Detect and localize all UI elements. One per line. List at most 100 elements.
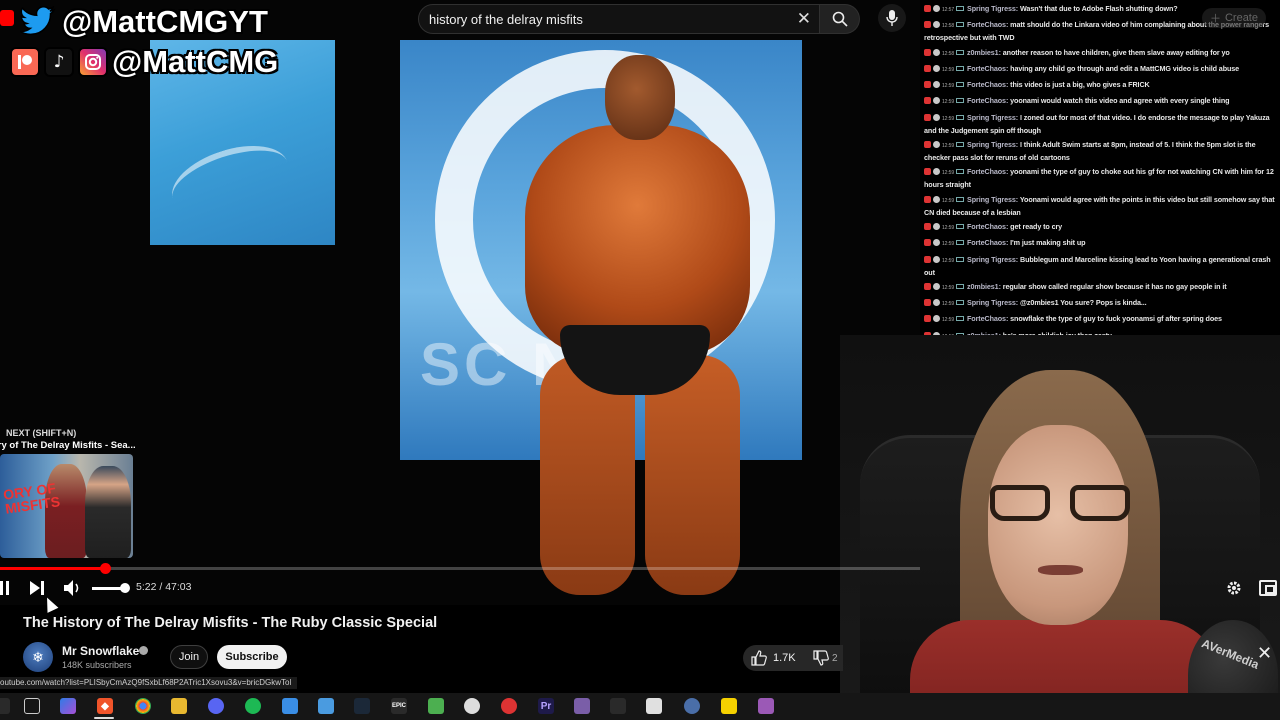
- tiktok-icon: ♪: [44, 46, 74, 77]
- minecraft-icon[interactable]: [428, 698, 444, 714]
- chat-message: 12:59 ForteChaos: having any child go thr…: [924, 63, 1278, 76]
- chat-platform-icon: [956, 142, 965, 148]
- chat-username: ForteChaos:: [967, 20, 1009, 30]
- avatar: [933, 315, 940, 323]
- chat-timestamp: 12:59: [942, 83, 955, 90]
- search-button[interactable]: [820, 4, 860, 34]
- avatar: [933, 222, 940, 230]
- chat-username: ForteChaos:: [967, 238, 1009, 248]
- search-icon: [832, 11, 848, 27]
- chat-timestamp: 12:59: [942, 170, 955, 177]
- avatar: [933, 141, 940, 149]
- clear-search-icon[interactable]: ✕: [797, 10, 811, 27]
- chat-platform-icon: [956, 22, 965, 28]
- twitter-handle-overlay: @MattCMGYT: [20, 3, 268, 41]
- volume-icon[interactable]: [63, 579, 83, 597]
- up-next-title: ory of The Delray Misfits - Sea...: [0, 440, 135, 451]
- subscribe-button[interactable]: Subscribe: [217, 645, 287, 669]
- gear-icon[interactable]: [1226, 580, 1242, 596]
- discord-icon[interactable]: [208, 698, 224, 714]
- chat-timestamp: 12:59: [942, 317, 955, 324]
- chat-platform-icon: [956, 256, 965, 262]
- voice-search-button[interactable]: [878, 4, 906, 32]
- up-next-label: NEXT (SHIFT+N): [6, 428, 77, 438]
- youtube-badge-icon: [924, 282, 931, 290]
- chat-timestamp: 12:59: [942, 301, 955, 308]
- game-icon[interactable]: [610, 698, 626, 714]
- file-explorer-icon[interactable]: [171, 698, 187, 714]
- close-icon[interactable]: ✕: [1257, 643, 1272, 664]
- progress-bar[interactable]: [0, 563, 920, 574]
- dislike-button[interactable]: 2: [805, 645, 840, 671]
- chat-message: 12:59 ForteChaos: yoonami would watch thi…: [924, 95, 1278, 108]
- media-app-icon[interactable]: [758, 698, 774, 714]
- volume-knob[interactable]: [120, 583, 130, 593]
- create-button[interactable]: ＋ Create: [1201, 8, 1266, 28]
- chat-message: 12:59 z0mbies1: regular show called regul…: [924, 281, 1278, 294]
- create-label: Create: [1224, 12, 1258, 24]
- up-next-thumbnail[interactable]: ORY OF MISFITS: [0, 454, 133, 558]
- chat-message: 12:59 ForteChaos: yoonami the type of guy…: [924, 166, 1278, 190]
- youtube-badge-icon: [924, 239, 931, 247]
- chat-platform-icon: [956, 82, 965, 88]
- chat-timestamp: 12:59: [942, 257, 955, 264]
- task-view-icon[interactable]: [24, 698, 40, 714]
- chat-timestamp: 12:59: [942, 143, 955, 150]
- chat-text: regular show called regular show because…: [1002, 281, 1227, 291]
- microphone-icon: [886, 10, 898, 26]
- chat-username: z0mbies1:: [967, 47, 1001, 57]
- vscode-icon[interactable]: [318, 698, 334, 714]
- chat-platform-icon: [956, 49, 965, 55]
- spotify-icon[interactable]: [245, 698, 261, 714]
- channel-avatar[interactable]: ❄: [23, 642, 53, 672]
- steam-icon[interactable]: [354, 698, 370, 714]
- chat-text: Wasn't that due to Adobe Flash shutting …: [1020, 4, 1178, 13]
- droplet-app-icon[interactable]: [282, 698, 298, 714]
- copilot-icon[interactable]: [60, 698, 76, 714]
- chat-message-list: 12:57 Spring Tigress: Wasn't that due to …: [924, 3, 1278, 335]
- chat-text: having any child go through and edit a M…: [1010, 63, 1240, 73]
- search-input[interactable]: history of the delray misfits ✕: [418, 4, 820, 34]
- epic-games-icon[interactable]: EPIC: [391, 698, 407, 714]
- chat-timestamp: 12:59: [942, 99, 955, 106]
- chat-username: ForteChaos:: [967, 314, 1009, 324]
- chrome-icon[interactable]: [135, 698, 151, 714]
- miniplayer-icon[interactable]: [1259, 580, 1277, 596]
- chat-message: 12:59 ForteChaos: this video is just a bi…: [924, 79, 1278, 92]
- chat-username: Spring Tigress:: [967, 4, 1019, 13]
- brave-browser-icon[interactable]: ◆: [97, 698, 113, 714]
- verified-icon: [139, 646, 148, 655]
- progress-scrubber[interactable]: [99, 563, 111, 574]
- chat-message: 12:59 ForteChaos: I'm just making shit up: [924, 237, 1278, 250]
- app-icon-misc[interactable]: [574, 698, 590, 714]
- record-app-icon[interactable]: [501, 698, 517, 714]
- network-app-icon[interactable]: [684, 698, 700, 714]
- join-button[interactable]: Join: [170, 645, 208, 669]
- notepad-icon[interactable]: [646, 698, 662, 714]
- chat-username: ForteChaos:: [967, 63, 1009, 73]
- up-next-card[interactable]: NEXT (SHIFT+N) ory of The Delray Misfits…: [0, 427, 135, 558]
- avatar: [933, 21, 940, 29]
- chat-platform-icon: [956, 169, 965, 175]
- avatar: [933, 113, 940, 121]
- channel-name[interactable]: Mr Snowflake: [62, 644, 139, 658]
- twitter-icon: [20, 6, 56, 36]
- chat-message: 12:59 Spring Tigress: I think Adult Swim …: [924, 139, 1278, 163]
- start-icon[interactable]: [0, 698, 10, 714]
- chat-message: 12:59 Spring Tigress: Yoonami would agree…: [924, 194, 1278, 218]
- obs-icon[interactable]: [464, 698, 480, 714]
- video-player[interactable]: SC NTN: [0, 0, 920, 605]
- sticky-notes-icon[interactable]: [721, 698, 737, 714]
- chat-timestamp: 12:59: [942, 66, 955, 73]
- next-video-icon[interactable]: [28, 580, 46, 596]
- chat-text: I'm just making shit up: [1010, 238, 1086, 248]
- dislike-partial-text: 2: [832, 652, 838, 664]
- avatar: [933, 97, 940, 105]
- premiere-pro-icon[interactable]: Pr: [538, 698, 554, 714]
- chat-platform-icon: [956, 316, 965, 322]
- youtube-logo-icon[interactable]: [0, 10, 14, 26]
- pause-button[interactable]: [0, 581, 12, 595]
- chat-message: 12:59 Spring Tigress: I zoned out for mos…: [924, 112, 1278, 136]
- chat-timestamp: 12:58: [942, 23, 955, 30]
- instagram-icon: [78, 46, 108, 77]
